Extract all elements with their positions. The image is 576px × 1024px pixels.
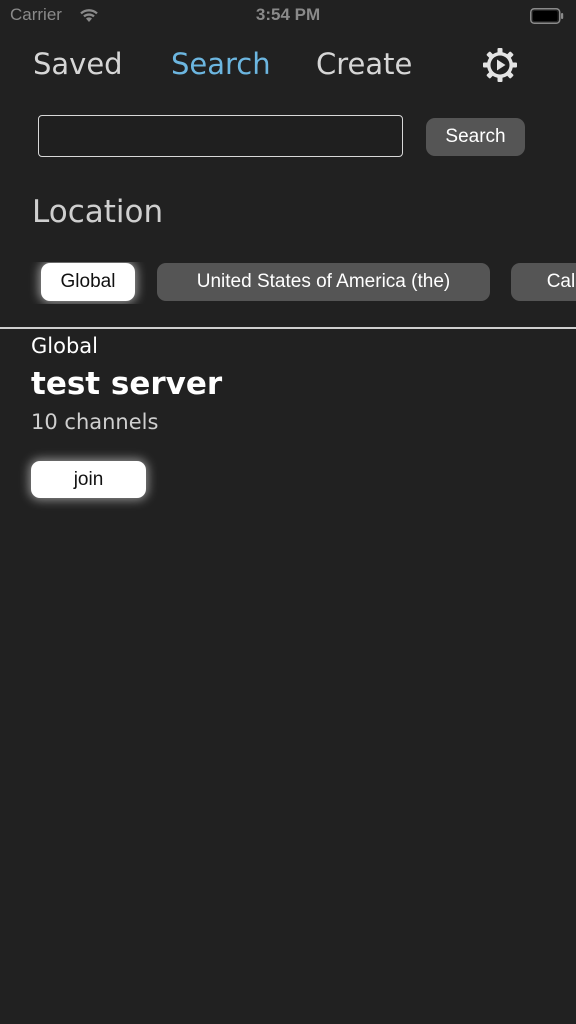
join-button[interactable]: join <box>31 461 146 498</box>
location-chip-global[interactable]: Global <box>41 263 135 301</box>
gear-icon <box>483 48 517 82</box>
status-bar: Carrier 3:54 PM <box>0 0 576 32</box>
status-time: 3:54 PM <box>255 5 321 24</box>
settings-button[interactable] <box>481 46 519 84</box>
tab-search[interactable]: Search <box>171 44 271 84</box>
server-channel-count: 10 channels <box>31 410 159 434</box>
app-screen: Carrier 3:54 PM Saved Search Create Sear… <box>0 0 576 1024</box>
server-name: test server <box>31 366 223 402</box>
location-chip-california[interactable]: Califo <box>511 263 576 301</box>
divider <box>0 327 576 329</box>
location-chips: Global United States of America (the) Ca… <box>0 262 576 304</box>
search-input[interactable] <box>38 115 403 157</box>
battery-icon <box>530 8 564 24</box>
server-location: Global <box>31 334 98 358</box>
tab-saved[interactable]: Saved <box>33 44 123 84</box>
location-heading: Location <box>32 194 164 230</box>
tab-create[interactable]: Create <box>316 44 412 84</box>
location-chip-usa[interactable]: United States of America (the) <box>157 263 490 301</box>
search-button[interactable]: Search <box>426 118 525 156</box>
